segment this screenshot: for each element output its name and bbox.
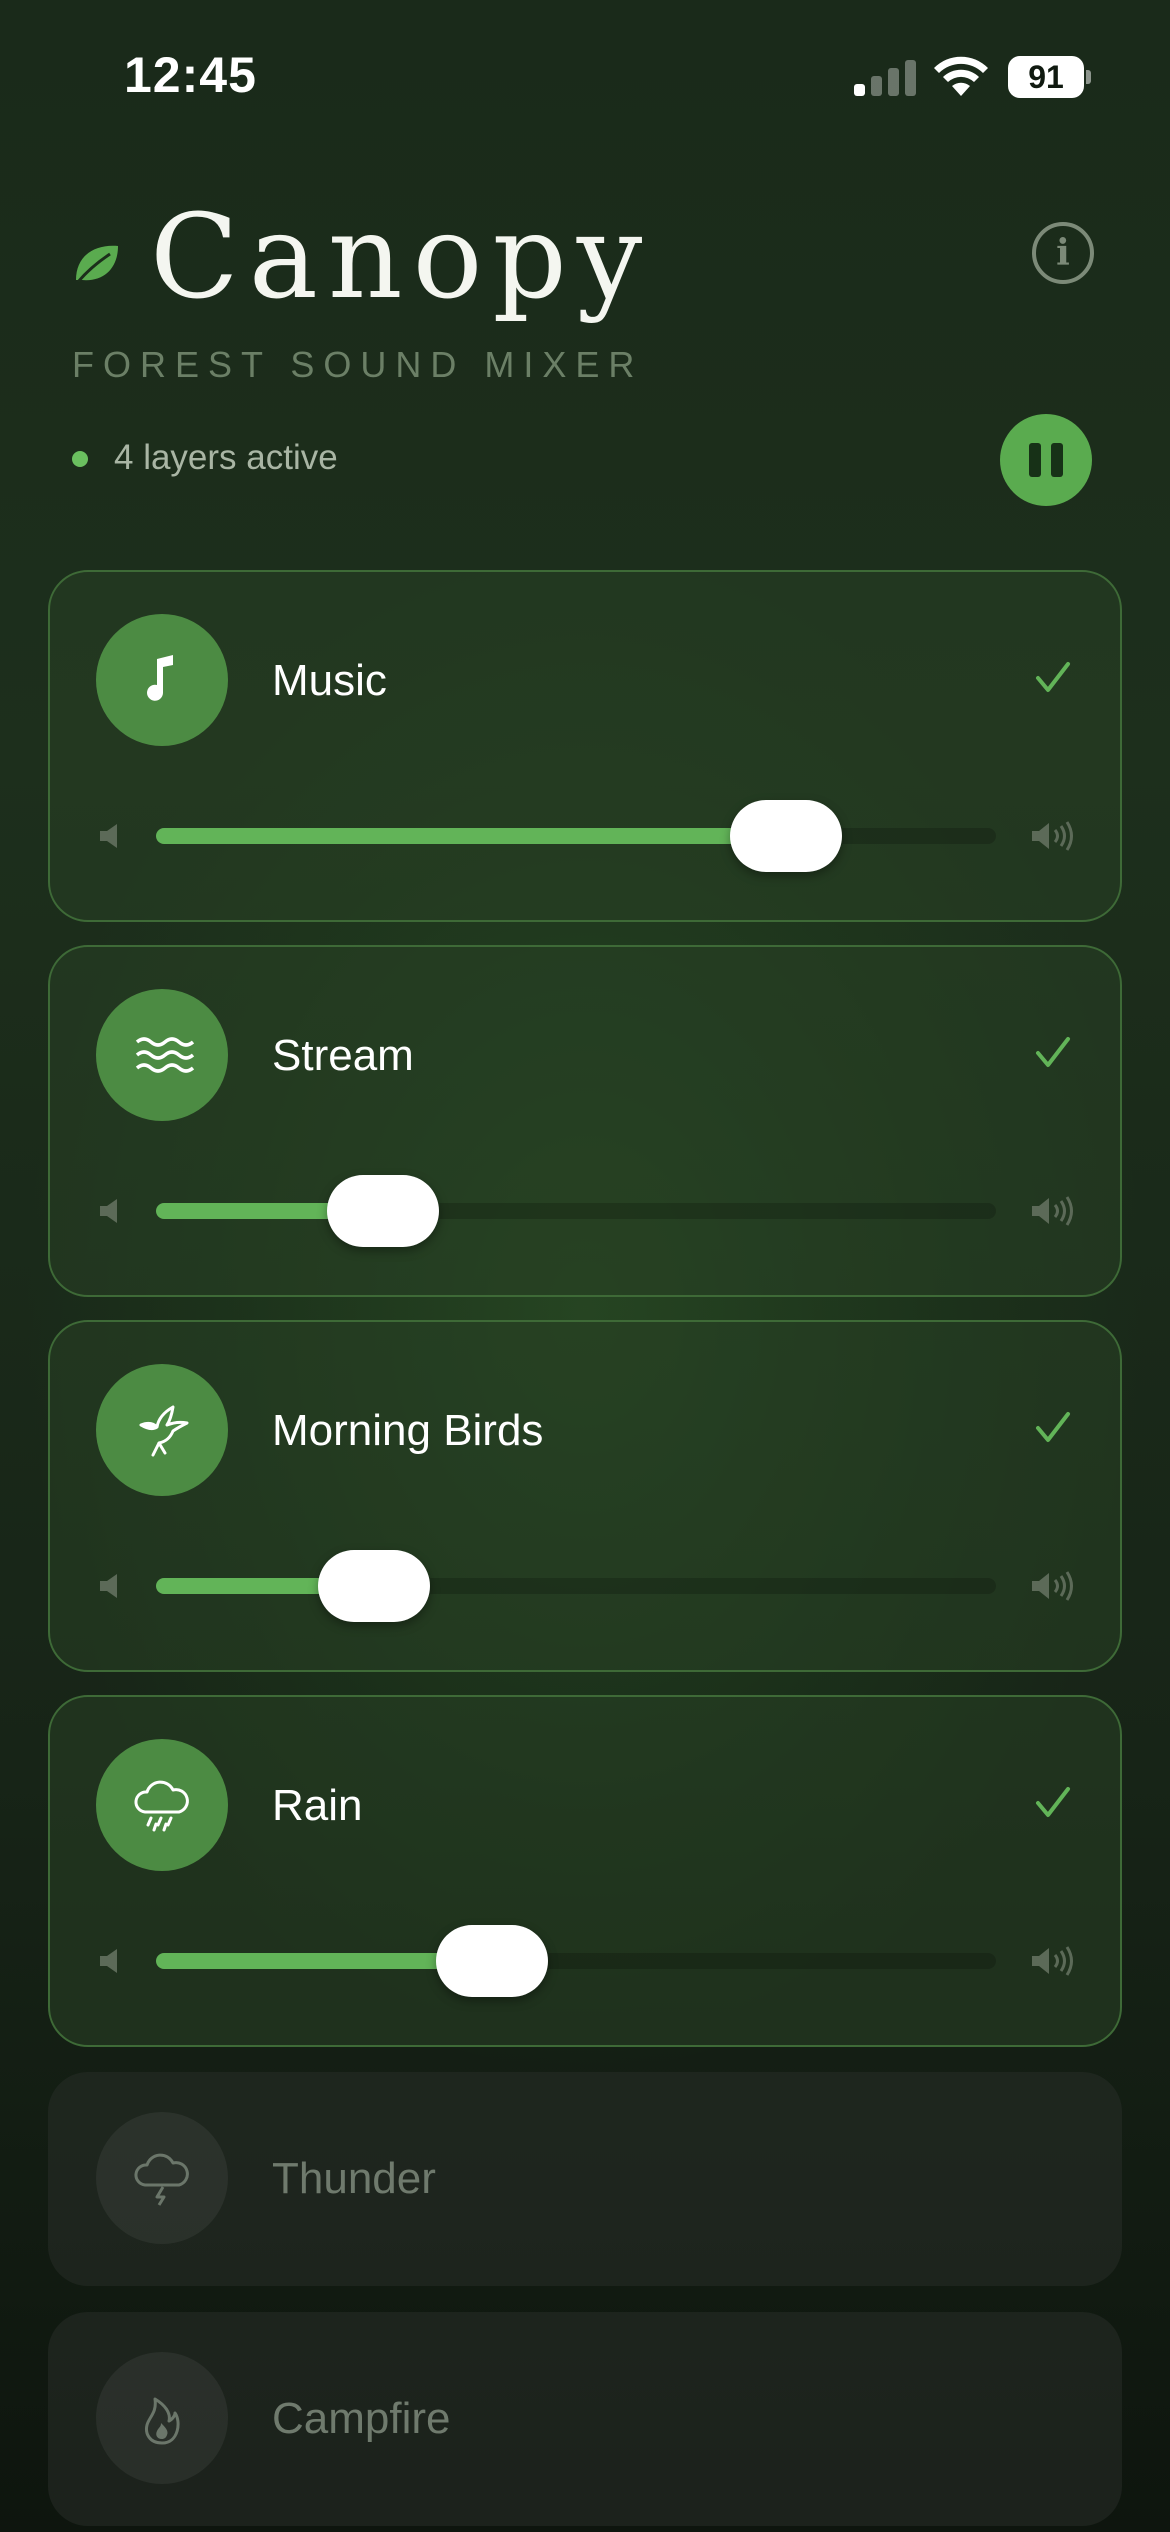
layer-label: Thunder xyxy=(272,2154,436,2203)
volume-low-icon xyxy=(100,1199,117,1223)
check-icon xyxy=(1036,1037,1070,1067)
volume-slider[interactable] xyxy=(156,800,996,872)
app-subtitle: FOREST SOUND MIXER xyxy=(72,344,644,385)
volume-slider-fill xyxy=(156,828,786,844)
active-layers-count: 4 layers active xyxy=(114,438,338,477)
leaf-logo-icon xyxy=(76,245,118,283)
layer-label: Rain xyxy=(272,1781,363,1830)
layer-card-rain[interactable]: Rain xyxy=(48,1695,1122,2047)
info-button[interactable]: i xyxy=(1032,222,1094,284)
volume-high-icon xyxy=(1032,1196,1073,1226)
layer-card-campfire[interactable]: Campfire xyxy=(48,2312,1122,2526)
info-icon: i xyxy=(1056,232,1070,274)
wifi-icon xyxy=(934,56,988,96)
layer-label: Morning Birds xyxy=(272,1406,544,1455)
check-icon xyxy=(1036,662,1070,692)
volume-low-icon xyxy=(100,824,117,848)
battery-level: 91 xyxy=(1008,56,1084,98)
flame-icon xyxy=(96,2352,228,2484)
layer-card-thunder[interactable]: Thunder xyxy=(48,2072,1122,2286)
volume-high-icon xyxy=(1032,821,1073,851)
status-bar: 12:45 91 xyxy=(0,0,1170,150)
check-icon xyxy=(1036,1412,1070,1442)
layer-label: Music xyxy=(272,656,387,705)
pause-button[interactable] xyxy=(1000,414,1092,506)
pause-icon xyxy=(1029,443,1041,477)
waves-icon xyxy=(96,989,228,1121)
volume-low-icon xyxy=(100,1574,117,1598)
volume-slider-thumb[interactable] xyxy=(730,800,842,872)
layer-label: Campfire xyxy=(272,2394,451,2443)
volume-slider[interactable] xyxy=(156,1175,996,1247)
volume-slider[interactable] xyxy=(156,1925,996,1997)
app-title: Canopy xyxy=(150,190,653,325)
rain-cloud-icon xyxy=(96,1739,228,1871)
volume-slider-thumb[interactable] xyxy=(318,1550,431,1622)
volume-low-icon xyxy=(100,1949,117,1973)
volume-high-icon xyxy=(1032,1946,1073,1976)
volume-high-icon xyxy=(1032,1571,1073,1601)
status-time: 12:45 xyxy=(124,47,257,103)
layer-card-music[interactable]: Music xyxy=(48,570,1122,922)
layer-label: Stream xyxy=(272,1031,414,1080)
check-icon xyxy=(1036,1787,1070,1817)
volume-slider-thumb[interactable] xyxy=(436,1925,548,1997)
battery-icon: 91 xyxy=(1008,56,1091,98)
cellular-signal-icon xyxy=(854,58,916,96)
active-status-dot xyxy=(72,451,88,467)
music-note-icon xyxy=(96,614,228,746)
layer-card-stream[interactable]: Stream xyxy=(48,945,1122,1297)
volume-slider[interactable] xyxy=(156,1550,996,1622)
thunder-cloud-icon xyxy=(96,2112,228,2244)
volume-slider-thumb[interactable] xyxy=(326,1175,439,1247)
bird-icon xyxy=(96,1364,228,1496)
layer-card-morning-birds[interactable]: Morning Birds xyxy=(48,1320,1122,1672)
